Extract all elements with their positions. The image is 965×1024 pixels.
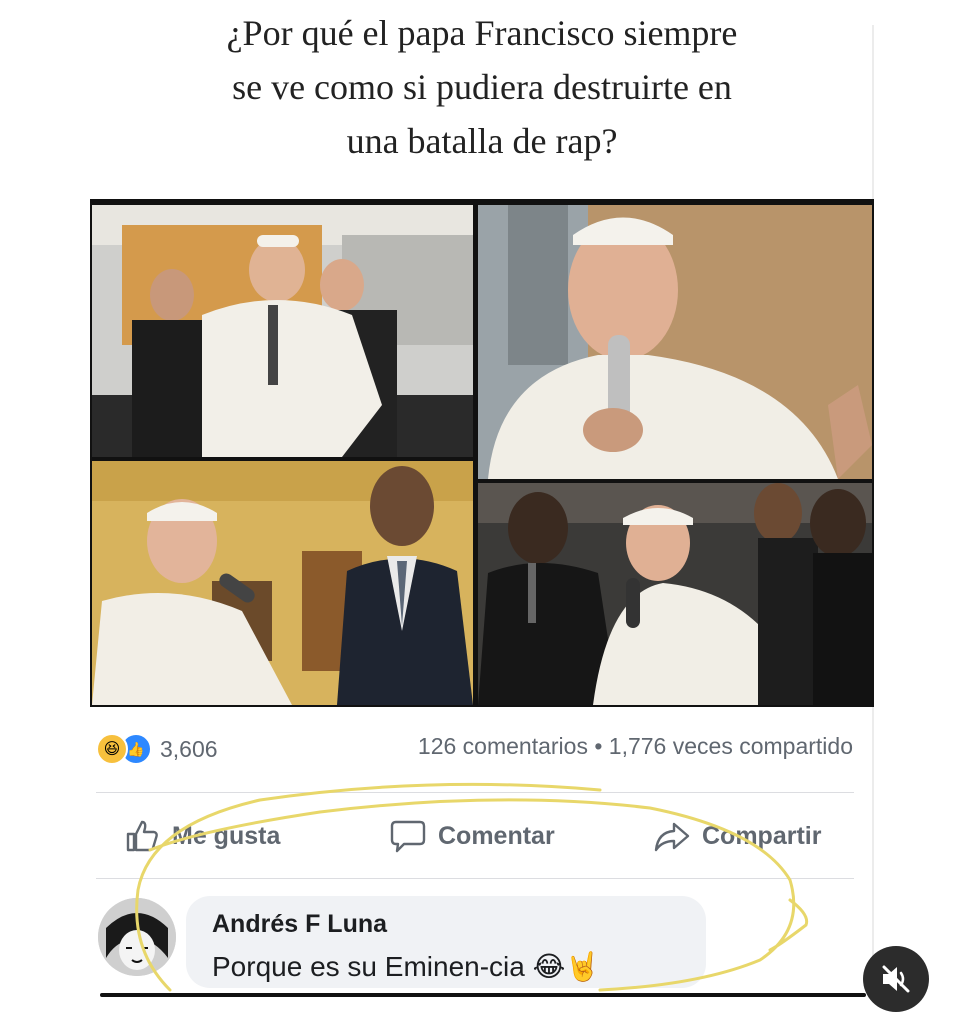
photo-airplane[interactable]: [92, 205, 473, 457]
thumbs-up-icon: [126, 820, 158, 852]
title-line-2: se ve como si pudiera destruirte en: [232, 67, 732, 107]
haha-emoji-icon: 😆: [96, 733, 128, 765]
share-button[interactable]: Compartir: [652, 808, 821, 864]
photo-collage[interactable]: [90, 199, 874, 707]
background-strip: [874, 0, 965, 1024]
comment-label: Comentar: [438, 821, 555, 850]
comment-button[interactable]: Comentar: [388, 808, 555, 864]
share-label: Compartir: [702, 821, 822, 850]
comment-author[interactable]: Andrés F Luna: [212, 910, 387, 939]
post-bottom-border: [100, 993, 866, 997]
stats-separator: •: [594, 733, 603, 759]
muted-speaker-icon: [882, 965, 910, 993]
comment-text: Porque es su Eminen-cia 😂🤘: [212, 951, 601, 982]
divider-top: [96, 792, 854, 793]
photo-crowd[interactable]: [478, 483, 872, 705]
shares-count-link[interactable]: 1,776 veces compartido: [609, 733, 853, 759]
title-line-3: una batalla de rap?: [346, 121, 618, 161]
share-arrow-icon: [654, 822, 690, 852]
photo-with-obama[interactable]: [92, 461, 473, 705]
avatar[interactable]: [98, 898, 176, 976]
reaction-count: 3,606: [160, 735, 218, 762]
reactions-summary[interactable]: 😆 👍 3,606: [96, 730, 218, 768]
engagement-stats: 126 comentarios • 1,776 veces compartido: [418, 733, 853, 760]
meme-title: ¿Por qué el papa Francisco siempre se ve…: [90, 6, 874, 168]
comment-bubble: Andrés F Luna Porque es su Eminen-cia 😂🤘: [186, 896, 706, 988]
title-line-1: ¿Por qué el papa Francisco siempre: [226, 13, 738, 53]
like-button[interactable]: Me gusta: [122, 808, 280, 864]
photo-microphone-closeup[interactable]: [478, 205, 872, 479]
like-label: Me gusta: [172, 821, 281, 850]
mute-button[interactable]: [863, 946, 929, 1012]
comment-item: Andrés F Luna Porque es su Eminen-cia 😂🤘: [96, 894, 796, 990]
action-bar: Me gusta Comentar Compartir: [96, 808, 854, 864]
comment-bubble-icon: [390, 820, 426, 853]
divider-bottom: [96, 878, 854, 879]
comments-count-link[interactable]: 126 comentarios: [418, 733, 588, 759]
